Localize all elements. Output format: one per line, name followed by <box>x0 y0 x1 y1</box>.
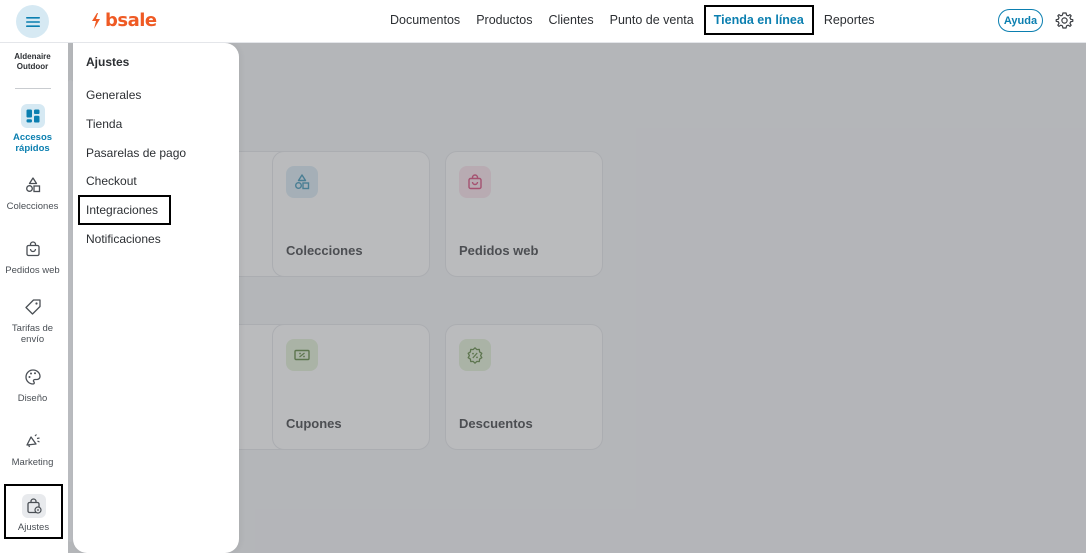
tag-icon <box>21 295 45 319</box>
sidebar-item-label: Diseño <box>17 393 48 404</box>
nav-punto-de-venta[interactable]: Punto de venta <box>602 5 702 35</box>
bag-settings-icon <box>21 494 46 518</box>
company-name[interactable]: Aldenaire Outdoor <box>0 52 65 72</box>
nav-productos[interactable]: Productos <box>468 5 540 35</box>
sidebar-item-accesos-rapidos[interactable]: Accesos rápidos <box>0 104 65 154</box>
menu-item-pasarelas-de-pago[interactable]: Pasarelas de pago <box>86 146 186 160</box>
help-button[interactable]: Ayuda <box>998 9 1043 32</box>
sidebar: Aldenaire Outdoor Accesos rápidos Colecc… <box>0 43 68 553</box>
sidebar-item-label: Pedidos web <box>5 265 60 276</box>
top-bar: bsale Documentos Productos Clientes Punt… <box>0 0 1086 43</box>
hamburger-icon <box>25 16 40 27</box>
sidebar-item-ajustes[interactable]: Ajustes <box>4 484 63 539</box>
gear-icon[interactable] <box>1055 11 1074 30</box>
nav-tienda-en-linea[interactable]: Tienda en línea <box>703 5 814 35</box>
menu-item-tienda[interactable]: Tienda <box>86 117 122 131</box>
bsale-logo-mark-icon <box>92 12 100 29</box>
palette-icon <box>21 365 45 389</box>
sidebar-item-colecciones[interactable]: Colecciones <box>0 173 65 212</box>
sidebar-item-label-line2: rápidos <box>15 143 50 154</box>
menu-item-checkout[interactable]: Checkout <box>86 174 137 188</box>
ajustes-menu-panel: Ajustes Generales Tienda Pasarelas de pa… <box>73 43 239 553</box>
company-name-line2: Outdoor <box>16 62 49 71</box>
menu-item-integraciones[interactable]: Integraciones <box>78 195 172 225</box>
logo-text: bsale <box>105 10 157 31</box>
sidebar-item-marketing[interactable]: Marketing <box>0 429 65 468</box>
panel-title: Ajustes <box>86 55 130 69</box>
sidebar-item-label: Accesos <box>12 132 53 143</box>
bsale-logo[interactable]: bsale <box>90 10 157 31</box>
shapes-icon <box>21 173 45 197</box>
sidebar-item-diseno[interactable]: Diseño <box>0 365 65 404</box>
nav-reportes[interactable]: Reportes <box>816 5 883 35</box>
sidebar-item-label: Tarifas de <box>11 323 54 334</box>
main-nav: Documentos Productos Clientes Punto de v… <box>382 5 883 35</box>
hamburger-menu-button[interactable] <box>16 5 49 38</box>
sidebar-item-tarifas-de-envio[interactable]: Tarifas de envío <box>0 295 65 345</box>
sidebar-item-label: Colecciones <box>6 201 59 212</box>
sidebar-item-label: Ajustes <box>17 522 50 533</box>
sidebar-item-pedidos-web[interactable]: Pedidos web <box>0 237 65 276</box>
shopping-bag-icon <box>21 237 45 261</box>
sidebar-divider <box>15 88 51 89</box>
sidebar-item-label-line2: envío <box>20 334 45 345</box>
menu-item-generales[interactable]: Generales <box>86 88 141 102</box>
nav-clientes[interactable]: Clientes <box>540 5 601 35</box>
grid-icon <box>20 104 45 128</box>
sidebar-item-label: Marketing <box>11 457 54 468</box>
megaphone-icon <box>21 429 45 453</box>
company-name-line1: Aldenaire <box>14 52 51 61</box>
menu-item-notificaciones[interactable]: Notificaciones <box>86 232 161 246</box>
nav-documentos[interactable]: Documentos <box>382 5 468 35</box>
